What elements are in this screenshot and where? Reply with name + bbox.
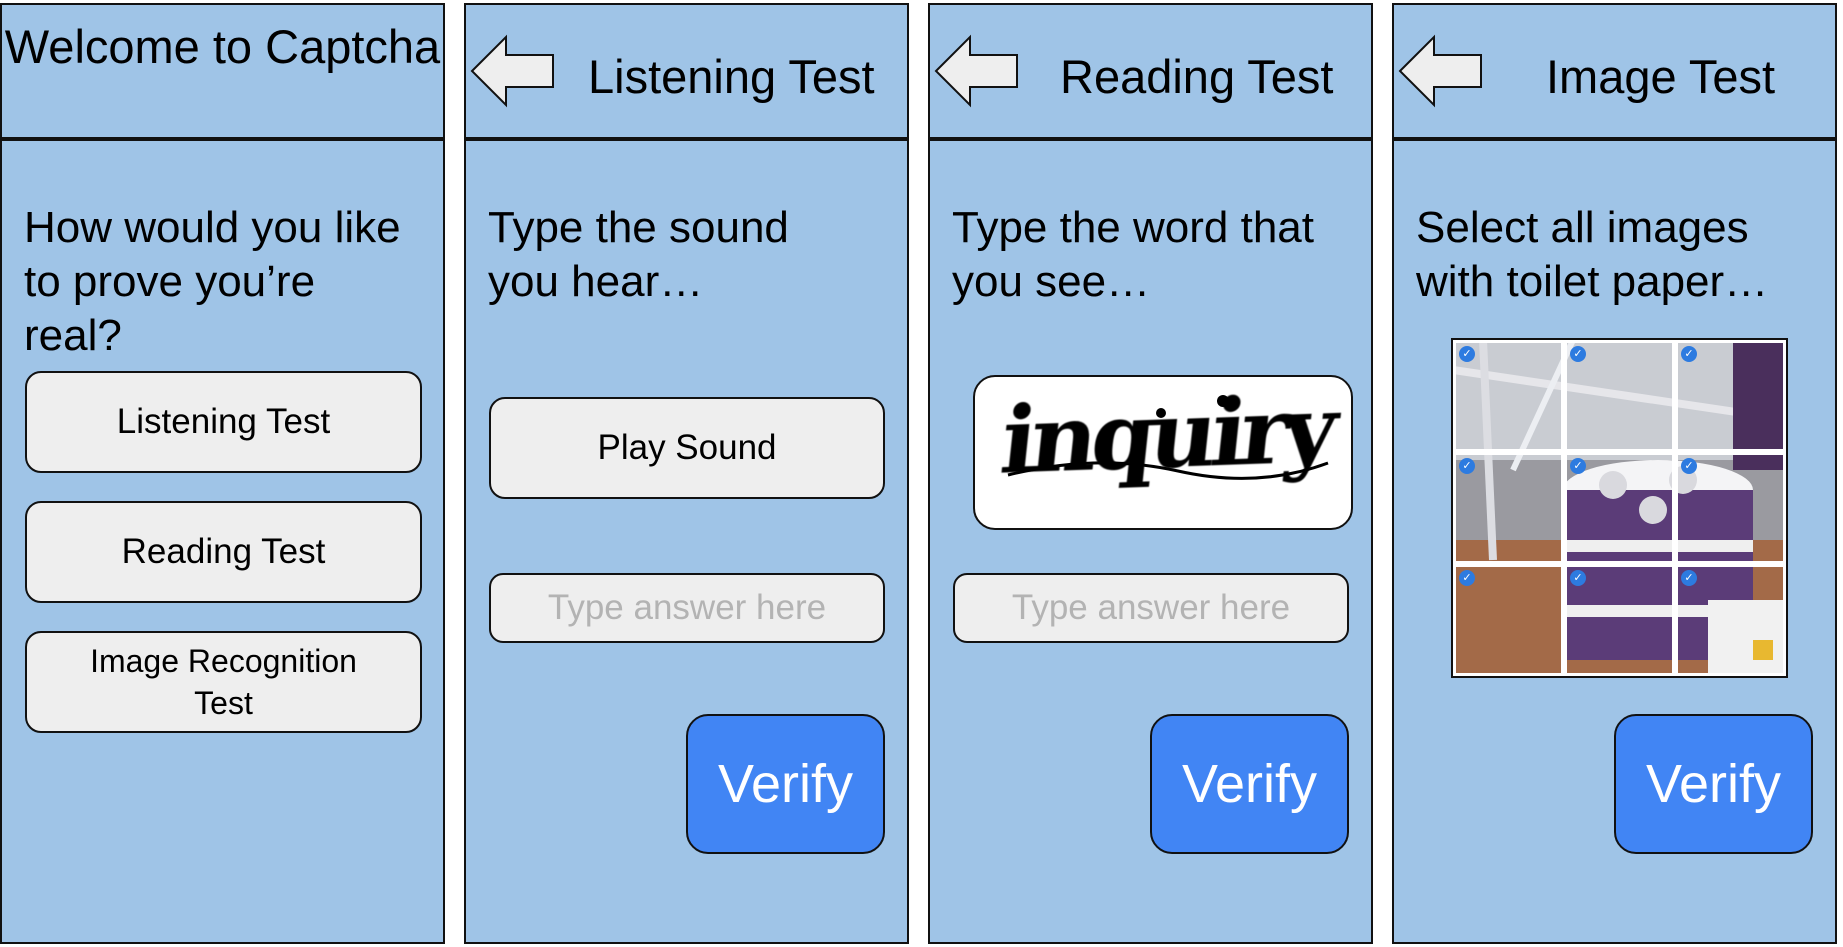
image-title: Image Test (1546, 50, 1776, 103)
captcha-image: inquiry (973, 375, 1353, 530)
back-arrow-icon[interactable] (1398, 34, 1483, 108)
image-tile[interactable]: ✓ (1563, 340, 1675, 452)
reading-verify-button[interactable]: Verify (1150, 714, 1349, 854)
image-tile[interactable]: ✓ (1453, 563, 1564, 676)
image-tile[interactable]: ✓ (1674, 451, 1786, 564)
image-grid: ✓ ✓ ✓ ✓ ✓ ✓ ✓ ✓ ✓ (1451, 338, 1788, 678)
image-prompt: Select all images with toilet paper… (1416, 203, 1769, 306)
reading-screen: Reading Test Type the word that you see…… (928, 3, 1373, 944)
reading-title: Reading Test (1060, 50, 1334, 103)
listening-screen: Listening Test Type the sound you hear… … (464, 3, 909, 944)
checkmark-icon: ✓ (1569, 346, 1586, 362)
image-header: Image Test (1394, 5, 1835, 141)
welcome-screen: Welcome to Captcha How would you like to… (0, 3, 445, 944)
image-screen: Image Test Select all images with toilet… (1392, 3, 1837, 944)
listening-answer-input[interactable]: Type answer here (489, 573, 885, 643)
welcome-header: Welcome to Captcha (2, 5, 443, 141)
listening-test-option-button[interactable]: Listening Test (25, 371, 422, 473)
captcha-distorted-word: inquiry (996, 383, 1345, 495)
image-tile[interactable]: ✓ (1563, 563, 1675, 676)
back-arrow-icon[interactable] (470, 34, 555, 108)
image-tile[interactable]: ✓ (1453, 340, 1564, 452)
image-tile[interactable]: ✓ (1674, 340, 1786, 452)
listening-prompt: Type the sound you hear… (488, 203, 789, 306)
checkmark-icon: ✓ (1459, 346, 1475, 362)
listening-header: Listening Test (466, 5, 907, 141)
back-arrow-icon[interactable] (934, 34, 1019, 108)
reading-test-option-button[interactable]: Reading Test (25, 501, 422, 603)
image-verify-button[interactable]: Verify (1614, 714, 1813, 854)
captcha-word-text: inquiry (996, 383, 1345, 495)
listening-title: Listening Test (588, 50, 875, 103)
checkmark-icon: ✓ (1459, 457, 1475, 474)
checkmark-icon: ✓ (1680, 569, 1697, 586)
checkmark-icon: ✓ (1680, 457, 1697, 474)
play-sound-button[interactable]: Play Sound (489, 397, 885, 499)
image-tile[interactable]: ✓ (1563, 451, 1675, 564)
image-tile[interactable]: ✓ (1453, 451, 1564, 564)
reading-header: Reading Test (930, 5, 1371, 141)
listening-verify-button[interactable]: Verify (686, 714, 885, 854)
checkmark-icon: ✓ (1459, 569, 1475, 586)
checkmark-icon: ✓ (1569, 457, 1586, 474)
welcome-title: Welcome to Captcha (4, 20, 441, 73)
image-recognition-test-option-button[interactable]: Image Recognition Test (25, 631, 422, 733)
welcome-prompt: How would you like to prove you’re real? (24, 203, 401, 360)
image-tile[interactable]: ✓ (1674, 563, 1786, 676)
checkmark-icon: ✓ (1680, 346, 1697, 362)
checkmark-icon: ✓ (1569, 569, 1586, 586)
reading-prompt: Type the word that you see… (952, 203, 1314, 306)
reading-answer-input[interactable]: Type answer here (953, 573, 1349, 643)
